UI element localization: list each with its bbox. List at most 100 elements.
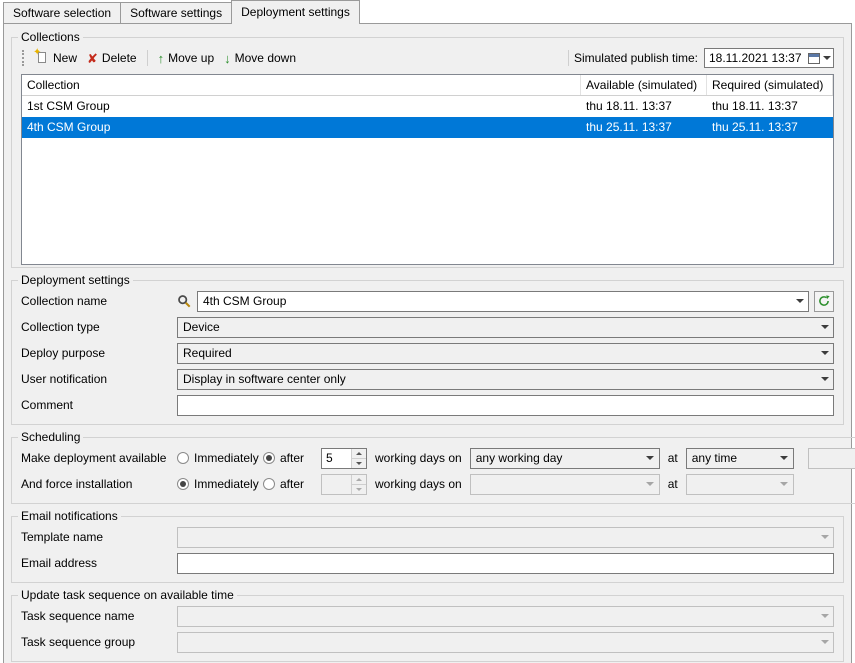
refresh-icon <box>819 295 830 306</box>
chevron-down-icon <box>820 377 829 381</box>
cell-collection: 1st CSM Group <box>27 99 110 113</box>
user-notification-label: User notification <box>21 372 108 386</box>
publish-time-datepicker[interactable]: 18.11.2021 13:37 <box>704 48 834 68</box>
new-button[interactable]: ✦ New <box>30 47 82 67</box>
email-notifications-group: Email notifications Template name Email … <box>11 509 844 583</box>
cell-available: thu 18.11. 13:37 <box>586 99 672 113</box>
deployment-settings-group-label: Deployment settings <box>21 273 130 287</box>
template-name-combobox <box>177 526 834 548</box>
chevron-down-icon <box>780 456 789 460</box>
available-time-value: any time <box>691 451 738 465</box>
tabstrip: Software selection Software settings Dep… <box>0 0 855 24</box>
move-down-button[interactable]: ↓ Move down <box>219 49 301 67</box>
collection-type-label: Collection type <box>21 320 100 334</box>
chevron-down-icon <box>820 640 829 644</box>
column-header-available[interactable]: Available (simulated) <box>581 75 707 95</box>
delete-button-label: Delete <box>101 51 137 65</box>
deployment-settings-panel: Collections ✦ New ✘ Delete ↑ Move up ↓ M… <box>3 23 855 663</box>
delete-x-icon: ✘ <box>87 50 98 66</box>
collections-group-label: Collections <box>21 30 80 44</box>
collection-name-combobox[interactable]: 4th CSM Group <box>197 290 809 312</box>
task-sequence-name-label: Task sequence name <box>21 609 135 623</box>
force-immediately-label: Immediately <box>194 477 259 491</box>
move-up-arrow-icon: ↑ <box>157 50 165 66</box>
tab-software-selection[interactable]: Software selection <box>3 2 122 23</box>
cell-required: thu 18.11. 13:37 <box>712 99 798 113</box>
collection-name-label: Collection name <box>21 294 108 308</box>
tab-deployment-settings[interactable]: Deployment settings <box>231 0 360 24</box>
table-row[interactable]: 1st CSM Group thu 18.11. 13:37 thu 18.11… <box>22 96 833 117</box>
calendar-icon <box>807 52 820 64</box>
template-name-label: Template name <box>21 530 104 544</box>
new-document-icon: ✦ <box>33 47 49 65</box>
move-down-arrow-icon: ↓ <box>224 50 231 66</box>
available-immediately-radio[interactable] <box>177 452 189 464</box>
scheduling-group-label: Scheduling <box>21 430 81 444</box>
available-day-combobox[interactable]: any working day <box>469 447 660 469</box>
force-at-label: at <box>667 477 678 491</box>
search-icon <box>177 294 191 308</box>
cell-collection: 4th CSM Group <box>27 120 111 134</box>
task-sequence-group-label: Update task sequence on available time <box>21 588 234 602</box>
force-days-value <box>322 475 351 494</box>
toolbar-separator-right <box>567 50 569 66</box>
toolbar-grip <box>22 50 24 66</box>
publish-time-dropdown-button[interactable] <box>806 49 833 67</box>
deploy-purpose-combobox[interactable]: Required <box>177 342 834 364</box>
column-header-required[interactable]: Required (simulated) <box>707 75 833 95</box>
force-working-days-label: working days on <box>375 477 462 491</box>
available-working-days-label: working days on <box>375 451 462 465</box>
force-immediately-radio[interactable] <box>177 478 189 490</box>
available-after-radio[interactable] <box>263 452 275 464</box>
email-address-input[interactable] <box>177 552 834 574</box>
cell-available: thu 25.11. 13:37 <box>586 120 672 134</box>
collections-table-header: Collection Available (simulated) Require… <box>22 75 833 96</box>
available-at-label: at <box>667 451 678 465</box>
collections-table-body: 1st CSM Group thu 18.11. 13:37 thu 18.11… <box>22 96 833 264</box>
publish-time-label: Simulated publish time: <box>573 51 698 65</box>
user-notification-combobox[interactable]: Display in software center only <box>177 368 834 390</box>
comment-input[interactable] <box>177 394 834 416</box>
refresh-button[interactable] <box>814 290 834 312</box>
spinner-up-button[interactable] <box>352 448 366 458</box>
available-after-label: after <box>280 451 305 465</box>
collections-table: Collection Available (simulated) Require… <box>21 74 834 265</box>
available-time-combobox[interactable]: any time <box>685 447 794 469</box>
collection-type-value: Device <box>183 320 220 334</box>
chevron-down-icon <box>780 482 789 486</box>
table-row[interactable]: 4th CSM Group thu 25.11. 13:37 thu 25.11… <box>22 117 833 138</box>
chevron-down-icon <box>822 56 831 60</box>
spinner-up-button <box>352 474 366 484</box>
user-notification-value: Display in software center only <box>183 372 346 386</box>
move-up-button[interactable]: ↑ Move up <box>153 49 220 67</box>
task-sequence-group-field-label: Task sequence group <box>21 635 136 649</box>
deployment-settings-group: Deployment settings Collection name 4th … <box>11 273 844 425</box>
collection-type-combobox[interactable]: Device <box>177 316 834 338</box>
new-button-label: New <box>53 51 78 65</box>
chevron-down-icon <box>820 325 829 329</box>
force-after-label: after <box>280 477 305 491</box>
task-sequence-name-combobox <box>177 605 834 627</box>
force-installation-label: And force installation <box>21 477 133 491</box>
task-sequence-group: Update task sequence on available time T… <box>11 588 844 662</box>
available-days-value: 5 <box>326 451 333 465</box>
force-time-combobox <box>685 473 794 495</box>
chevron-down-icon <box>646 482 655 486</box>
delete-button[interactable]: ✘ Delete <box>82 49 142 67</box>
available-days-spinner[interactable]: 5 <box>321 447 367 469</box>
comment-label: Comment <box>21 398 74 412</box>
available-day-value: any working day <box>475 451 563 465</box>
deploy-purpose-label: Deploy purpose <box>21 346 106 360</box>
deployment-settings-window: Software selection Software settings Dep… <box>0 0 855 663</box>
force-after-radio[interactable] <box>263 478 275 490</box>
spinner-down-button <box>352 483 366 494</box>
available-custom-time-input <box>807 447 855 469</box>
column-header-collection[interactable]: Collection <box>22 75 581 95</box>
toolbar-separator <box>146 50 148 66</box>
email-notifications-group-label: Email notifications <box>21 509 118 523</box>
email-address-label: Email address <box>21 556 98 570</box>
tab-software-settings[interactable]: Software settings <box>120 2 233 23</box>
spinner-down-button[interactable] <box>352 457 366 468</box>
move-down-button-label: Move down <box>234 51 297 65</box>
chevron-down-icon <box>795 299 804 303</box>
